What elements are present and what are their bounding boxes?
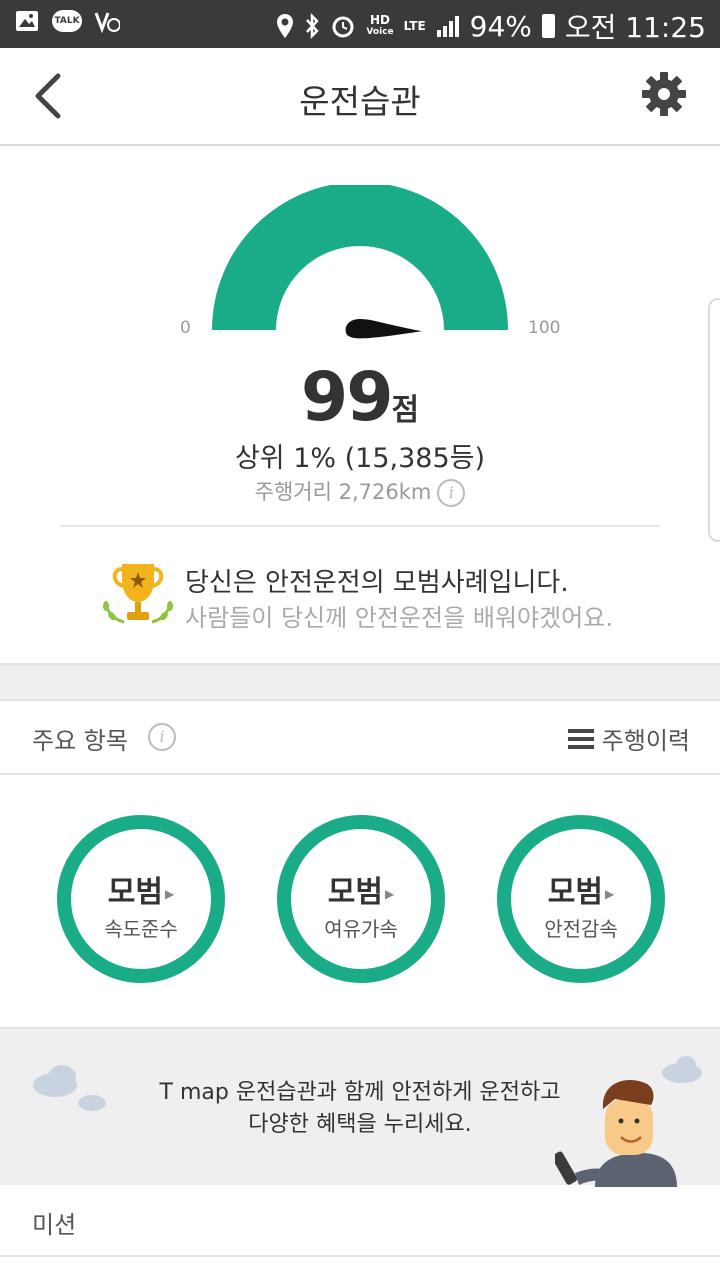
item-label: 속도준수 <box>104 917 178 941</box>
lte-label: LTE <box>403 19 426 33</box>
divider <box>60 525 660 527</box>
score-gauge <box>212 185 508 339</box>
promo-banner[interactable]: T map 운전습관과 함께 안전하게 운전하고 다양한 혜택을 누리세요. <box>0 1027 720 1187</box>
items-info-icon[interactable]: i <box>148 723 176 751</box>
clock: 오전 11:25 <box>564 11 706 44</box>
item-speed-compliance[interactable]: 모범 ▶ 속도준수 <box>57 815 225 983</box>
section-gap <box>0 663 720 701</box>
gauge-needle <box>345 318 422 339</box>
bluetooth-icon <box>306 13 320 39</box>
signal-icon <box>436 16 459 37</box>
item-label: 여유가속 <box>324 917 398 941</box>
play-arrow-icon: ▶ <box>384 886 395 901</box>
distance-row: 주행거리 2,726km i <box>0 476 720 507</box>
item-grade: 모범 ▶ <box>291 867 431 911</box>
hd-label: HD <box>369 13 390 27</box>
item-safe-deceleration[interactable]: 모범 ▶ 안전감속 <box>497 815 665 983</box>
rank-text: 상위 1% (15,385등) <box>234 443 486 474</box>
message-title: 당신은 안전운전의 모범사례입니다. <box>185 568 569 598</box>
grade-text: 모범 <box>547 875 603 910</box>
driver-illustration <box>555 1080 677 1187</box>
grade-text: 모범 <box>327 875 383 910</box>
system-icons: HD Voice LTE 94% 오전 11:25 <box>276 6 706 46</box>
app-header: 운전습관 <box>0 48 720 146</box>
score-number: 99 <box>300 358 394 437</box>
info-icon[interactable]: i <box>437 479 466 507</box>
items-header: 주요 항목 i 주행이력 <box>0 699 720 775</box>
kakaotalk-icon: TALK <box>52 10 82 32</box>
history-button[interactable]: 주행이력 <box>567 721 690 756</box>
mission-label: 미션 <box>32 1211 77 1239</box>
play-arrow-icon: ▶ <box>164 886 175 901</box>
distance-text: 주행거리 2,726km <box>254 480 432 504</box>
history-label: 주행이력 <box>601 727 690 755</box>
items-title: 주요 항목 <box>32 727 128 755</box>
status-bar: TALK HD Voice LTE 94% 오전 11:25 <box>0 0 720 48</box>
gallery-icon <box>14 8 40 34</box>
item-gentle-acceleration[interactable]: 모범 ▶ 여유가속 <box>277 815 445 983</box>
trophy-icon <box>103 564 173 624</box>
gauge-min-label: 0 <box>180 318 191 338</box>
play-arrow-icon: ▶ <box>604 886 615 901</box>
voice-label: Voice <box>366 27 394 37</box>
gear-icon[interactable] <box>640 70 688 118</box>
item-grade: 모범 ▶ <box>511 867 651 911</box>
item-label: 안전감속 <box>544 917 618 941</box>
grade-text: 모범 <box>107 875 163 910</box>
notification-icons: TALK <box>14 8 120 34</box>
alarm-icon <box>332 16 354 38</box>
score: 99점 <box>0 358 720 437</box>
location-icon <box>277 14 294 38</box>
battery-icon <box>541 14 555 38</box>
vpn-icon <box>94 8 120 34</box>
hd-voice-icon: HD Voice <box>366 14 393 38</box>
page-title: 운전습관 <box>299 82 421 121</box>
message-subtitle: 사람들이 당신께 안전운전을 배워야겠어요. <box>185 604 613 632</box>
battery-percent: 94% <box>469 9 532 43</box>
mission-row[interactable]: 미션 <box>0 1185 720 1257</box>
gauge-max-label: 100 <box>528 318 561 338</box>
score-unit: 점 <box>391 393 420 428</box>
side-drawer-handle[interactable] <box>708 298 720 542</box>
item-grade: 모범 ▶ <box>71 867 211 911</box>
list-icon <box>567 728 594 749</box>
